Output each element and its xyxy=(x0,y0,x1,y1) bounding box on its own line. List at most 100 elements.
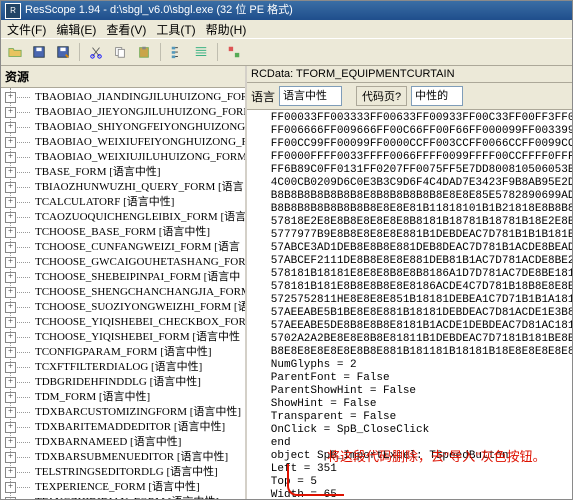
tree-node[interactable]: +TBAOBIAO_WEIXIUFEIYONGHUIZONG_FO xyxy=(19,135,245,150)
tree-node[interactable]: +TCHOOSE_BASE_FORM [语言中性] xyxy=(19,225,245,240)
expand-icon[interactable]: + xyxy=(5,482,16,493)
tree-icon[interactable] xyxy=(166,41,188,63)
tree-node[interactable]: +TCHOOSE_CUNFANGWEIZI_FORM [语言 xyxy=(19,240,245,255)
expand-icon[interactable]: + xyxy=(5,392,16,403)
right-controls: 语言 语言中性 代码页? 中性的 xyxy=(247,83,572,110)
tree-node[interactable]: +TBAOBIAO_WEIXIUJILUHUIZONG_FORM xyxy=(19,150,245,165)
tree-node-label: TBIAOZHUNWUZHI_QUERY_FORM [语言 xyxy=(33,181,245,193)
save-icon[interactable] xyxy=(28,41,50,63)
lang-select[interactable]: 语言中性 xyxy=(279,86,342,106)
expand-icon[interactable]: + xyxy=(5,467,16,478)
tree-node[interactable]: +TEXPERIENCE_FORM [语言中性] xyxy=(19,480,245,495)
expand-icon[interactable]: + xyxy=(5,92,16,103)
tree-node[interactable]: +TCHOOSE_SUOZIYONGWEIZHI_FORM [语言 xyxy=(19,300,245,315)
tree-node[interactable]: +TDXBARCUSTOMIZINGFORM [语言中性] xyxy=(19,405,245,420)
open-icon[interactable] xyxy=(4,41,26,63)
expand-icon[interactable]: + xyxy=(5,167,16,178)
resource-tree[interactable]: +TBAOBIAO_JIANDINGJILUHUIZONG_FORM+TBAOB… xyxy=(1,88,245,499)
tree-node[interactable]: +TCHOOSE_SHENGCHANCHANGJIA_FORM [ xyxy=(19,285,245,300)
menu-help[interactable]: 帮助(H) xyxy=(206,21,247,38)
tree-node[interactable]: +TBAOBIAO_JIEYONGJILUHUIZONG_FORM xyxy=(19,105,245,120)
tree-node[interactable]: +TBIAOZHUNWUZHI_QUERY_FORM [语言 xyxy=(19,180,245,195)
expand-icon[interactable]: + xyxy=(5,257,16,268)
code-view[interactable]: FF00033FF003333FF00633FF00933FF00C33FF00… xyxy=(247,110,572,499)
tree-node-label: TCALCULATORF [语言中性] xyxy=(33,196,176,208)
title-bar: R ResScope 1.94 - d:\sbgl_v6.0\sbgl.exe … xyxy=(1,1,572,20)
expand-icon[interactable]: + xyxy=(5,407,16,418)
expand-icon[interactable]: + xyxy=(5,452,16,463)
menu-tool[interactable]: 工具(T) xyxy=(156,21,195,38)
tree-node-label: TCXFTFILTERDIALOG [语言中性] xyxy=(33,361,204,373)
tree-node-label: TCAOZUOQUICHENGLEIBIX_FORM [语言 xyxy=(33,211,245,223)
tree-node-label: TCHOOSE_YIQISHEBEI_CHECKBOX_FORM xyxy=(33,316,245,328)
tree-node[interactable]: +TCHOOSE_YIQISHEBEI_FORM [语言中性 xyxy=(19,330,245,345)
tree-node[interactable]: +TDM_FORM [语言中性] xyxy=(19,390,245,405)
tree-node[interactable]: +TCALCULATORF [语言中性] xyxy=(19,195,245,210)
tree-node[interactable]: +TBAOBIAO_JIANDINGJILUHUIZONG_FORM xyxy=(19,90,245,105)
expand-icon[interactable]: + xyxy=(5,272,16,283)
app-window: R ResScope 1.94 - d:\sbgl_v6.0\sbgl.exe … xyxy=(0,0,573,500)
expand-icon[interactable]: + xyxy=(5,362,16,373)
expand-icon[interactable]: + xyxy=(5,377,16,388)
expand-icon[interactable]: + xyxy=(5,332,16,343)
menu-bar: 文件(F) 编辑(E) 查看(V) 工具(T) 帮助(H) xyxy=(1,20,572,38)
tool-icon[interactable] xyxy=(223,41,245,63)
lang-label: 语言 xyxy=(251,88,275,105)
tree-node-label: TCONFIGPARAM_FORM [语言中性] xyxy=(33,346,214,358)
tree-node-label: TCHOOSE_GWCAIGOUHETASHANG_FORM [ xyxy=(33,256,245,268)
expand-icon[interactable]: + xyxy=(5,242,16,253)
tree-node[interactable]: +TFANGZHIDIDIAN_FORM [语言中性] xyxy=(19,495,245,499)
tree-node-label: TDM_FORM [语言中性] xyxy=(33,391,152,403)
tree-node-label: TDXBARCUSTOMIZINGFORM [语言中性] xyxy=(33,406,243,418)
cut-icon[interactable] xyxy=(85,41,107,63)
menu-file[interactable]: 文件(F) xyxy=(7,21,46,38)
expand-icon[interactable]: + xyxy=(5,212,16,223)
expand-icon[interactable]: + xyxy=(5,302,16,313)
menu-view[interactable]: 查看(V) xyxy=(106,21,146,38)
expand-icon[interactable]: + xyxy=(5,182,16,193)
tree-node[interactable]: +TCXFTFILTERDIALOG [语言中性] xyxy=(19,360,245,375)
tree-node-label: TBAOBIAO_WEIXIUJILUHUIZONG_FORM xyxy=(33,151,245,163)
expand-icon[interactable]: + xyxy=(5,122,16,133)
tree-node-label: TFANGZHIDIDIAN_FORM [语言中性] xyxy=(33,496,221,499)
saveas-icon[interactable] xyxy=(52,41,74,63)
expand-icon[interactable]: + xyxy=(5,437,16,448)
paste-icon[interactable] xyxy=(133,41,155,63)
expand-icon[interactable]: + xyxy=(5,107,16,118)
tree-node[interactable]: +TBASE_FORM [语言中性] xyxy=(19,165,245,180)
tree-node[interactable]: +TCHOOSE_YIQISHEBEI_CHECKBOX_FORM xyxy=(19,315,245,330)
expand-icon[interactable]: + xyxy=(5,287,16,298)
tree-node-label: TDBGRIDEHFINDDLG [语言中性] xyxy=(33,376,203,388)
expand-icon[interactable]: + xyxy=(5,227,16,238)
expand-icon[interactable]: + xyxy=(5,422,16,433)
tree-node-label: TBAOBIAO_JIEYONGJILUHUIZONG_FORM xyxy=(33,106,245,118)
expand-icon[interactable]: + xyxy=(5,137,16,148)
tree-node[interactable]: +TCAOZUOQUICHENGLEIBIX_FORM [语言 xyxy=(19,210,245,225)
expand-icon[interactable]: + xyxy=(5,152,16,163)
main-body: 资源 +TBAOBIAO_JIANDINGJILUHUIZONG_FORM+TB… xyxy=(1,66,572,499)
tree-node[interactable]: +TDBGRIDEHFINDDLG [语言中性] xyxy=(19,375,245,390)
tree-node-label: TEXPERIENCE_FORM [语言中性] xyxy=(33,481,202,493)
menu-edit[interactable]: 编辑(E) xyxy=(56,21,96,38)
list-icon[interactable] xyxy=(190,41,212,63)
tree-node[interactable]: +TELSTRINGSEDITORDLG [语言中性] xyxy=(19,465,245,480)
neutral-select[interactable]: 中性的 xyxy=(411,86,463,106)
tree-node[interactable]: +TCHOOSE_GWCAIGOUHETASHANG_FORM [ xyxy=(19,255,245,270)
copy-icon[interactable] xyxy=(109,41,131,63)
expand-icon[interactable]: + xyxy=(5,197,16,208)
tree-node-label: TELSTRINGSEDITORDLG [语言中性] xyxy=(33,466,220,478)
tree-node[interactable]: +TCHOOSE_SHEBEIPINPAI_FORM [语言中 xyxy=(19,270,245,285)
right-panel: RCData: TFORM_EQUIPMENTCURTAIN 语言 语言中性 代… xyxy=(247,66,572,499)
left-panel-label: 资源 xyxy=(1,66,245,88)
tree-node[interactable]: +TDXBARNAMEED [语言中性] xyxy=(19,435,245,450)
expand-icon[interactable]: + xyxy=(5,317,16,328)
expand-icon[interactable]: + xyxy=(5,497,16,499)
codepage-button[interactable]: 代码页? xyxy=(356,86,407,106)
tree-node-label: TCHOOSE_SHENGCHANCHANGJIA_FORM [ xyxy=(33,286,245,298)
tree-node[interactable]: +TDXBARSUBMENUEDITOR [语言中性] xyxy=(19,450,245,465)
tree-node[interactable]: +TDXBARITEMADDEDITOR [语言中性] xyxy=(19,420,245,435)
expand-icon[interactable]: + xyxy=(5,347,16,358)
tree-node[interactable]: +TCONFIGPARAM_FORM [语言中性] xyxy=(19,345,245,360)
tree-node[interactable]: +TBAOBIAO_SHIYONGFEIYONGHUIZONG_FO xyxy=(19,120,245,135)
tree-node-label: TCHOOSE_YIQISHEBEI_FORM [语言中性 xyxy=(33,331,242,343)
